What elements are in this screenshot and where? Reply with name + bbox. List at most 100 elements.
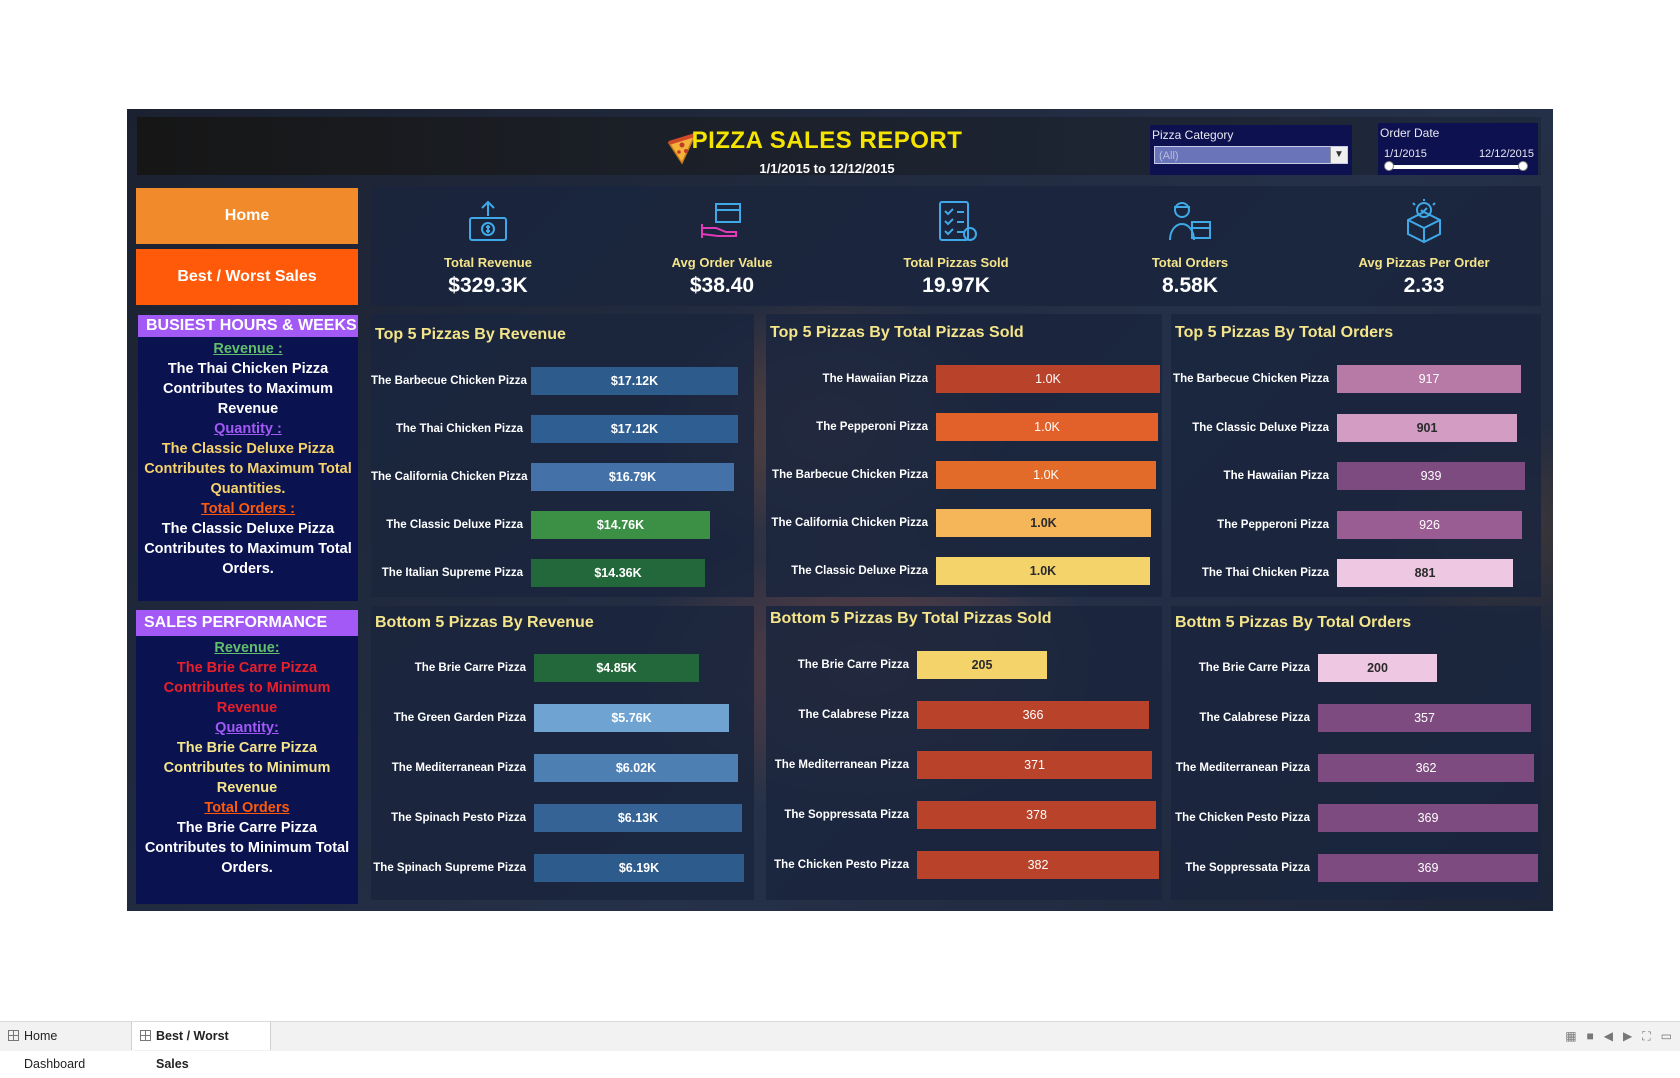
- bar[interactable]: 881: [1337, 559, 1513, 587]
- performance-quantity-text: The Brie Carre Pizza Contributes to Mini…: [163, 740, 331, 796]
- bar[interactable]: 378: [917, 801, 1156, 829]
- bar-row[interactable]: The Classic Deluxe Pizza 1.0K: [766, 557, 1162, 585]
- order-date-filter: Order Date 1/1/2015 12/12/2015: [1378, 123, 1538, 175]
- bar[interactable]: $14.76K: [531, 511, 710, 539]
- chevron-down-icon[interactable]: ▼: [1330, 147, 1347, 163]
- tab-best-worst-sales[interactable]: Best / Worst Sales: [131, 1022, 271, 1071]
- bar-category-label: The Mediterranean Pizza: [774, 759, 909, 771]
- bar[interactable]: 1.0K: [936, 365, 1160, 393]
- tab-home-dashboard[interactable]: Home Dashboard: [0, 1022, 128, 1071]
- slider-end-handle[interactable]: [1518, 161, 1528, 171]
- bar-row[interactable]: The Mediterranean Pizza $6.02K: [371, 754, 754, 782]
- bar-row[interactable]: The Mediterranean Pizza 362: [1171, 754, 1541, 782]
- bar-row[interactable]: The Chicken Pesto Pizza 369: [1171, 804, 1541, 832]
- bar-row[interactable]: The Soppressata Pizza 369: [1171, 854, 1541, 882]
- bar-row[interactable]: The Soppressata Pizza 378: [766, 801, 1162, 829]
- bar-row[interactable]: The Barbecue Chicken Pizza 1.0K: [766, 461, 1162, 489]
- grid-icon: [140, 1030, 151, 1041]
- bar[interactable]: 901: [1337, 413, 1517, 442]
- header-bar: PIZZA SALES REPORT 1/1/2015 to 12/12/201…: [137, 117, 1541, 176]
- bar[interactable]: 382: [917, 851, 1159, 879]
- bar-row[interactable]: The Green Garden Pizza $5.76K: [371, 704, 754, 732]
- bar-category-label: The Calabrese Pizza: [798, 709, 909, 721]
- checklist-icon: [939, 201, 977, 241]
- bar-category-label: The Spinach Pesto Pizza: [391, 812, 526, 824]
- tab-label: Best / Worst Sales: [156, 1029, 229, 1071]
- bar[interactable]: $5.76K: [534, 704, 729, 732]
- bar-row[interactable]: The Italian Supreme Pizza $14.36K: [371, 559, 754, 587]
- tile-view-icon[interactable]: ▦: [1565, 1029, 1576, 1043]
- bar[interactable]: $17.12K: [531, 415, 738, 443]
- slider-start-handle[interactable]: [1384, 161, 1394, 171]
- performance-header: SALES PERFORMANCE: [136, 610, 358, 636]
- bar[interactable]: 369: [1318, 854, 1538, 882]
- view-controls: ▦ ■ ◀ ▶ ⛶ ▭: [1565, 1029, 1672, 1044]
- next-sheet-icon[interactable]: ▶: [1623, 1029, 1632, 1043]
- bar-row[interactable]: The California Chicken Pizza $16.79K: [371, 463, 754, 491]
- bar-row[interactable]: The Chicken Pesto Pizza 382: [766, 851, 1162, 879]
- previous-sheet-icon[interactable]: ◀: [1604, 1029, 1613, 1043]
- bar[interactable]: 1.0K: [936, 509, 1151, 537]
- bar[interactable]: $6.13K: [534, 804, 742, 832]
- bar[interactable]: 205: [917, 651, 1047, 679]
- home-button[interactable]: Home: [136, 188, 358, 244]
- bar[interactable]: 357: [1318, 704, 1531, 732]
- bar-row[interactable]: The Mediterranean Pizza 371: [766, 751, 1162, 779]
- bar[interactable]: 926: [1337, 510, 1522, 539]
- order-date-label: Order Date: [1380, 126, 1440, 140]
- bar-row[interactable]: The Thai Chicken Pizza $17.12K: [371, 415, 754, 443]
- chart-bottom-orders: Bottm 5 Pizzas By Total Orders The Brie C…: [1171, 606, 1541, 900]
- performance-orders-text: The Brie Carre Pizza Contributes to Mini…: [144, 820, 350, 876]
- bar-row[interactable]: The Calabrese Pizza 366: [766, 701, 1162, 729]
- bar-row[interactable]: The California Chicken Pizza 1.0K: [766, 509, 1162, 537]
- bar-row[interactable]: The Barbecue Chicken Pizza $17.12K: [371, 367, 754, 395]
- bar-row[interactable]: The Classic Deluxe Pizza $14.76K: [371, 511, 754, 539]
- bar-row[interactable]: The Spinach Supreme Pizza $6.19K: [371, 854, 754, 882]
- bar[interactable]: 1.0K: [936, 557, 1150, 585]
- bar[interactable]: $14.36K: [531, 559, 705, 587]
- bar[interactable]: 366: [917, 701, 1149, 729]
- bar[interactable]: $6.19K: [534, 854, 744, 882]
- pizza-category-select[interactable]: (All) ▼: [1154, 146, 1348, 164]
- bar[interactable]: 917: [1337, 365, 1521, 393]
- bar-row[interactable]: The Thai Chicken Pizza 881: [1171, 559, 1541, 587]
- bar[interactable]: 1.0K: [936, 413, 1158, 441]
- bar-row[interactable]: The Pepperoni Pizza 926: [1171, 510, 1541, 539]
- performance-quantity-label: Quantity:: [215, 720, 279, 736]
- kpi-value: 2.33: [1403, 274, 1445, 297]
- bar-row[interactable]: The Brie Carre Pizza $4.85K: [371, 654, 754, 682]
- bar[interactable]: 1.0K: [936, 461, 1156, 489]
- filmstrip-view-icon[interactable]: ■: [1587, 1029, 1594, 1043]
- bar[interactable]: 362: [1318, 754, 1534, 782]
- bar-row[interactable]: The Spinach Pesto Pizza $6.13K: [371, 804, 754, 832]
- bar-row[interactable]: The Hawaiian Pizza 1.0K: [766, 365, 1162, 393]
- bar[interactable]: 371: [917, 751, 1152, 779]
- bar-category-label: The Thai Chicken Pizza: [395, 423, 523, 435]
- bar-row[interactable]: The Calabrese Pizza 357: [1171, 704, 1541, 732]
- bar-row[interactable]: The Pepperoni Pizza 1.0K: [766, 413, 1162, 441]
- bar-row[interactable]: The Hawaiian Pizza 939: [1171, 462, 1541, 490]
- fullscreen-icon[interactable]: ⛶: [1642, 1029, 1650, 1044]
- bar-category-label: The Green Garden Pizza: [393, 712, 526, 724]
- bar[interactable]: 369: [1318, 804, 1538, 832]
- bar[interactable]: 200: [1318, 654, 1437, 682]
- bar[interactable]: $6.02K: [534, 754, 738, 782]
- bar-row[interactable]: The Barbecue Chicken Pizza 917: [1171, 365, 1541, 393]
- busiest-quantity-label: Quantity :: [214, 421, 282, 437]
- bar-row[interactable]: The Brie Carre Pizza 200: [1171, 654, 1541, 682]
- chart-top-revenue: Top 5 Pizzas By Revenue The Barbecue Chic…: [371, 314, 754, 597]
- delivery-person-icon: [1169, 202, 1211, 241]
- best-worst-sales-button[interactable]: Best / Worst Sales: [136, 249, 358, 305]
- bar[interactable]: $17.12K: [531, 367, 738, 395]
- order-date-slider[interactable]: [1384, 161, 1528, 171]
- bar-category-label: The Chicken Pesto Pizza: [1175, 812, 1310, 824]
- bar[interactable]: 939: [1337, 462, 1525, 490]
- bar-row[interactable]: The Classic Deluxe Pizza 901: [1171, 413, 1541, 442]
- bar[interactable]: $16.79K: [531, 463, 734, 491]
- chart-top-sold: Top 5 Pizzas By Total Pizzas Sold The Haw…: [766, 314, 1162, 597]
- chart-bottom-revenue: Bottom 5 Pizzas By Revenue The Brie Carre…: [371, 606, 754, 900]
- grid-icon: [8, 1030, 19, 1041]
- bar-row[interactable]: The Brie Carre Pizza 205: [766, 651, 1162, 679]
- bar[interactable]: $4.85K: [534, 654, 699, 682]
- presentation-icon[interactable]: ▭: [1661, 1029, 1672, 1043]
